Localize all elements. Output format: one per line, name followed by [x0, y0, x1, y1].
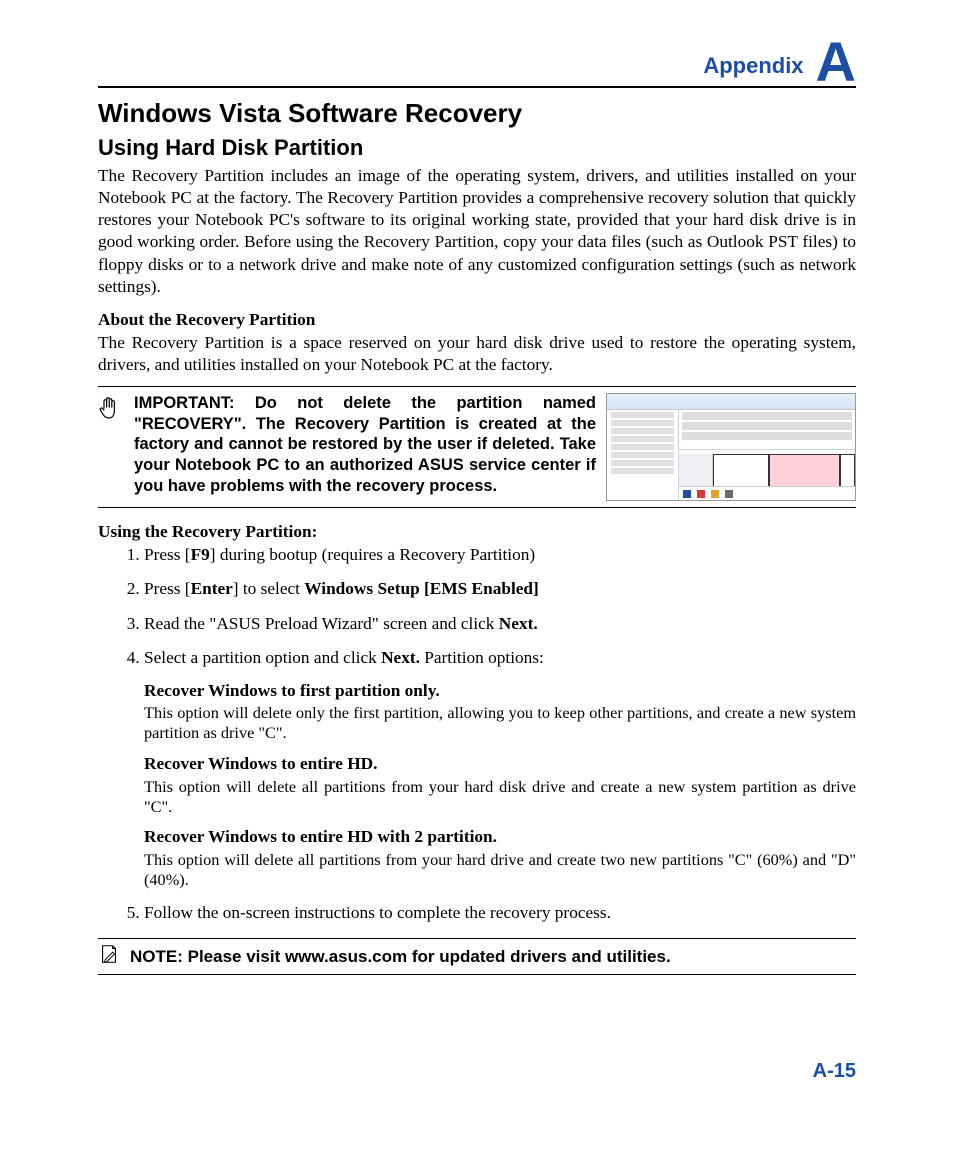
option-3-head: Recover Windows to entire HD with 2 part…	[144, 826, 856, 848]
page-title: Windows Vista Software Recovery	[98, 98, 856, 129]
hand-stop-icon	[98, 393, 126, 430]
page-number: A-15	[813, 1060, 856, 1083]
steps-heading: Using the Recovery Partition:	[98, 522, 856, 542]
step-1: Press [F9] during bootup (requires a Rec…	[144, 544, 856, 566]
option-1-body: This option will delete only the first p…	[144, 703, 856, 743]
step-3: Read the "ASUS Preload Wizard" screen an…	[144, 613, 856, 635]
steps-list: Press [F9] during bootup (requires a Rec…	[98, 544, 856, 924]
section-subtitle: Using Hard Disk Partition	[98, 135, 856, 161]
about-body: The Recovery Partition is a space reserv…	[98, 332, 856, 376]
step-5: Follow the on-screen instructions to com…	[144, 902, 856, 924]
note-text: NOTE: Please visit www.asus.com for upda…	[130, 947, 671, 967]
option-2-head: Recover Windows to entire HD.	[144, 753, 856, 775]
step-4: Select a partition option and click Next…	[144, 647, 856, 889]
important-callout: IMPORTANT: Do not delete the partition n…	[98, 386, 856, 508]
appendix-letter: A	[816, 34, 856, 90]
option-1-head: Recover Windows to first partition only.	[144, 680, 856, 702]
disk-management-screenshot	[606, 393, 856, 501]
note-icon	[98, 943, 120, 970]
intro-paragraph: The Recovery Partition includes an image…	[98, 165, 856, 298]
note-callout: NOTE: Please visit www.asus.com for upda…	[98, 938, 856, 975]
appendix-label: Appendix	[703, 53, 803, 79]
about-heading: About the Recovery Partition	[98, 310, 856, 330]
important-text: IMPORTANT: Do not delete the partition n…	[134, 393, 596, 496]
step-2: Press [Enter] to select Windows Setup [E…	[144, 578, 856, 600]
option-3-body: This option will delete all partitions f…	[144, 850, 856, 890]
header-rule: Appendix A	[98, 30, 856, 88]
option-2-body: This option will delete all partitions f…	[144, 777, 856, 817]
